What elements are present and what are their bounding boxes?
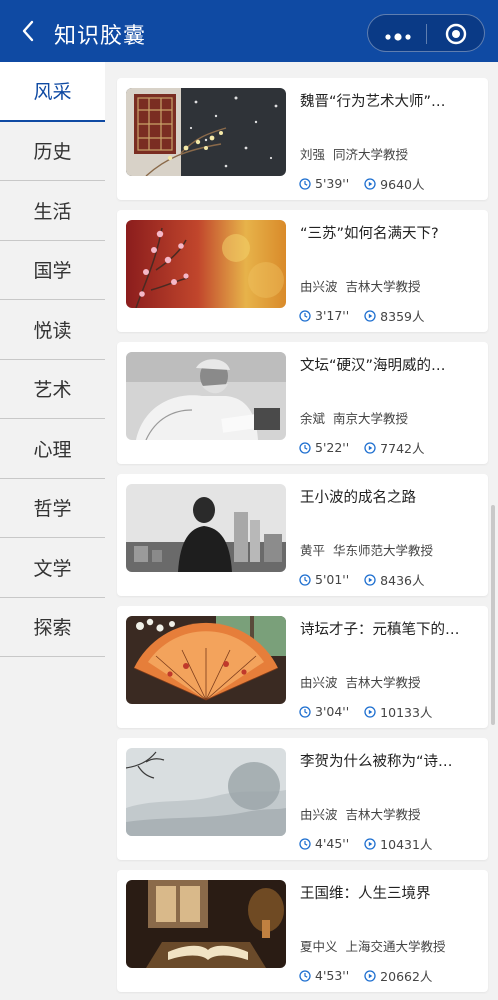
view-count: 7742人 [380, 441, 425, 456]
card-title: 王国维：人生三境界 [300, 886, 431, 902]
card-author: 刘强 同济大学教授 [300, 147, 409, 162]
category-sidebar: 风采 历史 生活 国学 悦读 艺术 心理 哲学 文学 探索 [0, 62, 105, 1000]
clock-icon [299, 705, 311, 718]
sidebar-item-fengcai[interactable]: 风采 [0, 62, 105, 122]
close-mini-program-button[interactable] [445, 23, 467, 45]
video-thumbnail [126, 88, 286, 176]
list-item[interactable]: 文坛“硬汉”海明威的… 余斌 南京大学教授 5'22'' 7742人 [117, 342, 488, 464]
view-count: 9640人 [380, 177, 425, 192]
card-author: 黄平 华东师范大学教授 [300, 543, 434, 558]
duration: 5'22'' [315, 440, 350, 455]
sidebar-item-zhexue[interactable]: 哲学 [0, 479, 105, 538]
card-title: 王小波的成名之路 [300, 490, 416, 506]
card-title: 文坛“硬汉”海明威的… [300, 358, 446, 374]
card-author: 由兴波 吉林大学教授 [300, 279, 421, 294]
video-thumbnail [126, 748, 286, 836]
sidebar-item-guoxue[interactable]: 国学 [0, 241, 105, 300]
more-dots-icon [385, 33, 411, 41]
duration: 4'53'' [315, 968, 350, 983]
card-title: 诗坛才子：元稹笔下的… [300, 622, 460, 638]
target-circle-icon [445, 23, 467, 45]
sidebar-item-xinli[interactable]: 心理 [0, 419, 105, 479]
list-item[interactable]: “三苏”如何名满天下? 由兴波 吉林大学教授 3'17'' 8359人 [117, 210, 488, 332]
sidebar-item-lishi[interactable]: 历史 [0, 122, 105, 181]
view-count: 8436人 [380, 573, 425, 588]
duration: 4'45'' [315, 836, 350, 851]
view-count: 20662人 [380, 969, 433, 984]
card-author: 余斌 南京大学教授 [300, 411, 409, 426]
play-icon [364, 309, 376, 322]
clock-icon [299, 441, 311, 454]
card-title: 李贺为什么被称为“诗… [300, 754, 453, 770]
list-item[interactable]: 李贺为什么被称为“诗… 由兴波 吉林大学教授 4'45'' 10431人 [117, 738, 488, 860]
card-title: 魏晋“行为艺术大师”… [300, 94, 446, 110]
card-meta: 3'17'' 8359人 [299, 306, 424, 325]
list-item[interactable]: 王小波的成名之路 黄平 华东师范大学教授 5'01'' 8436人 [117, 474, 488, 596]
card-meta: 5'22'' 7742人 [299, 438, 424, 457]
duration: 5'01'' [315, 572, 350, 587]
view-count: 10133人 [380, 705, 433, 720]
back-button[interactable] [14, 16, 42, 46]
card-meta: 3'04'' 10133人 [299, 702, 432, 721]
clock-icon [299, 969, 311, 982]
sidebar-item-tansuo[interactable]: 探索 [0, 598, 105, 657]
play-icon [364, 573, 376, 586]
play-icon [364, 969, 376, 982]
more-button[interactable] [384, 28, 412, 41]
sidebar-item-shenghuo[interactable]: 生活 [0, 181, 105, 241]
duration: 5'39'' [315, 176, 350, 191]
card-author: 由兴波 吉林大学教授 [300, 807, 421, 822]
clock-icon [299, 837, 311, 850]
clock-icon [299, 573, 311, 586]
mini-program-capsule [367, 14, 485, 52]
list-item[interactable]: 王国维：人生三境界 夏中义 上海交通大学教授 4'53'' 20662人 [117, 870, 488, 992]
video-thumbnail [126, 880, 286, 968]
view-count: 8359人 [380, 309, 425, 324]
video-thumbnail [126, 484, 286, 572]
card-meta: 4'53'' 20662人 [299, 966, 432, 985]
sidebar-item-wenxue[interactable]: 文学 [0, 538, 105, 598]
view-count: 10431人 [380, 837, 433, 852]
page-title: 知识胶囊 [54, 24, 147, 49]
card-meta: 5'01'' 8436人 [299, 570, 424, 589]
clock-icon [299, 309, 311, 322]
card-author: 由兴波 吉林大学教授 [300, 675, 421, 690]
list-item[interactable]: 诗坛才子：元稹笔下的… 由兴波 吉林大学教授 3'04'' 10133人 [117, 606, 488, 728]
video-thumbnail [126, 220, 286, 308]
sidebar-item-yuedu[interactable]: 悦读 [0, 300, 105, 360]
clock-icon [299, 177, 311, 190]
play-icon [364, 177, 376, 190]
card-meta: 5'39'' 9640人 [299, 174, 424, 193]
card-meta: 4'45'' 10431人 [299, 834, 432, 853]
capsule-divider [426, 24, 427, 44]
duration: 3'04'' [315, 704, 350, 719]
sidebar-item-yishu[interactable]: 艺术 [0, 360, 105, 419]
chevron-left-icon [22, 20, 34, 42]
play-icon [364, 441, 376, 454]
scrollbar[interactable] [491, 505, 495, 725]
top-bar: 知识胶囊 [0, 0, 498, 62]
play-icon [364, 705, 376, 718]
capsule-list: 魏晋“行为艺术大师”… 刘强 同济大学教授 5'39'' 9640人 “三苏”如… [105, 62, 498, 1000]
list-item[interactable]: 魏晋“行为艺术大师”… 刘强 同济大学教授 5'39'' 9640人 [117, 78, 488, 200]
play-icon [364, 837, 376, 850]
video-thumbnail [126, 616, 286, 704]
card-author: 夏中义 上海交通大学教授 [300, 939, 446, 954]
duration: 3'17'' [315, 308, 350, 323]
card-title: “三苏”如何名满天下? [300, 226, 439, 242]
video-thumbnail [126, 352, 286, 440]
